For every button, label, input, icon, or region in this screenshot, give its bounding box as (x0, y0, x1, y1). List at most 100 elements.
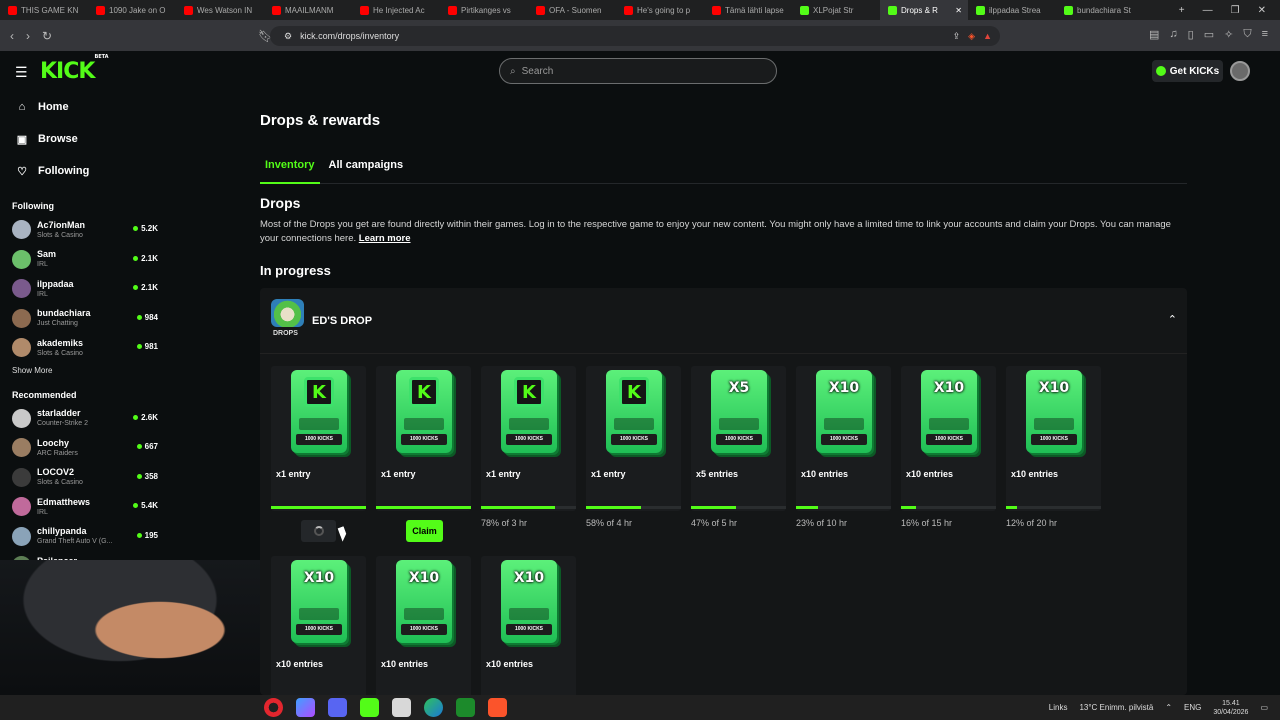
channel-item[interactable]: LOCOV2 Slots & Casino 358 (0, 463, 165, 493)
close-tab-icon[interactable]: ✕ (955, 6, 962, 15)
channel-item[interactable]: akademiks Slots & Casino 981 (0, 333, 165, 363)
get-kicks-button[interactable]: Get KICKs (1152, 60, 1223, 82)
channel-info: LOCOV2 Slots & Casino (37, 467, 83, 487)
browser-tab[interactable]: Pirtikanges vs (440, 0, 528, 20)
campaign-header[interactable]: DROPS ED'S DROP ⌃ (260, 288, 1187, 354)
channel-name: Loochy (37, 437, 70, 448)
clock[interactable]: 15.41 30/04/2026 (1213, 699, 1248, 717)
sidebar-item-following[interactable]: ♡ Following (0, 155, 165, 187)
close-window-icon[interactable]: ✕ (1258, 5, 1266, 16)
sidebar-item-home[interactable]: ⌂ Home (0, 91, 165, 123)
tab-inventory[interactable]: Inventory (260, 157, 320, 184)
tab-favicon-icon (712, 5, 721, 15)
loading-claim-button[interactable] (301, 520, 336, 542)
viewer-count-value: 5.4K (141, 501, 158, 510)
wallet-icon[interactable]: ▭ (1204, 28, 1214, 41)
reward-multiplier: X10 (303, 570, 335, 586)
reward-entries: x10 entries (486, 659, 534, 669)
channel-info: Edmatthews IRL (37, 497, 90, 517)
channel-item[interactable]: Sam IRL 2.1K (0, 245, 165, 275)
browser-tab[interactable]: MAAILMANM (264, 0, 352, 20)
system-tray: Links 13°C Enimm. pilvistä ⌃ ENG 15.41 3… (1049, 695, 1268, 720)
brave-rewards-icon[interactable]: ▲ (983, 31, 992, 41)
channel-info: chillypanda Grand Theft Auto V (G... (37, 526, 112, 546)
media-player-icon[interactable] (456, 698, 475, 717)
shield-app-icon[interactable] (392, 698, 411, 717)
tab-favicon-icon (360, 5, 369, 15)
reward-entries: x10 entries (906, 469, 954, 479)
reward-multiplier: X5 (728, 380, 750, 396)
sidebar-toggle-icon[interactable]: ▯ (1188, 28, 1194, 41)
channel-item[interactable]: Loochy ARC Raiders 667 (0, 433, 165, 463)
sidebar-item-browse[interactable]: ▣ Browse (0, 123, 165, 155)
address-bar[interactable]: ⚙ kick.com/drops/inventory ⇪ ◈ ▲ (270, 26, 1000, 46)
following-heading: Following (12, 201, 54, 211)
edge-icon[interactable] (424, 698, 443, 717)
kicks-reward-image: X10 1000 KICKS (396, 560, 452, 643)
channel-item[interactable]: Ac7ionMan Slots & Casino 5.2K (0, 215, 165, 245)
brave-taskbar-icon[interactable] (488, 698, 507, 717)
extension-icon[interactable]: ▤ (1149, 28, 1159, 41)
reward-stripe (824, 418, 864, 430)
new-tab-icon[interactable]: + (1179, 5, 1185, 16)
learn-more-link[interactable]: Learn more (359, 233, 411, 244)
notifications-icon[interactable]: ▭ (1260, 703, 1268, 712)
browser-tab[interactable]: Drops & R ✕ (880, 0, 968, 20)
reload-icon[interactable]: ↻ (42, 29, 52, 43)
avatar (12, 408, 31, 428)
browser-tab[interactable]: He Injected Ac (352, 0, 440, 20)
kicks-reward-image: X10 1000 KICKS (1026, 370, 1082, 453)
progress-bar-fill (376, 506, 471, 509)
leo-icon[interactable]: ✧ (1224, 28, 1233, 41)
weather-widget[interactable]: 13°C Enimm. pilvistä (1079, 703, 1153, 712)
opera-icon[interactable] (264, 698, 283, 717)
tab-all-campaigns[interactable]: All campaigns (324, 157, 409, 184)
links-toolbar[interactable]: Links (1049, 703, 1068, 712)
reward-multiplier: X10 (933, 380, 965, 396)
language-indicator[interactable]: ENG (1184, 703, 1201, 712)
search-input[interactable]: ⌕ Search (499, 58, 777, 84)
kick-app-icon[interactable] (360, 698, 379, 717)
channel-item[interactable]: ilppadaa IRL 2.1K (0, 274, 165, 304)
channel-item[interactable]: starladder Counter-Strike 2 2.6K (0, 404, 165, 434)
maximize-icon[interactable]: ❐ (1231, 5, 1240, 16)
pinned-app-icon[interactable] (296, 698, 315, 717)
site-info-icon[interactable]: ⚙ (284, 31, 292, 42)
forward-icon[interactable]: › (26, 29, 30, 43)
reward-stripe (299, 608, 339, 620)
browser-tab[interactable]: XLPojat Str (792, 0, 880, 20)
viewer-count-value: 358 (144, 471, 158, 481)
channel-item[interactable]: bundachiara Just Chatting 984 (0, 304, 165, 334)
browser-tab[interactable]: ilppadaa Strea (968, 0, 1056, 20)
minimize-icon[interactable]: — (1203, 5, 1213, 16)
hamburger-menu-icon[interactable]: ☰ (15, 64, 28, 81)
channel-item[interactable]: chillypanda Grand Theft Auto V (G... 195 (0, 522, 165, 552)
browser-tab[interactable]: OFA - Suomen (528, 0, 616, 20)
menu-icon[interactable]: ≡ (1262, 28, 1268, 41)
reward-multiplier: X10 (828, 380, 860, 396)
kick-logo[interactable]: KICKBETA (40, 54, 109, 84)
brave-shield-icon[interactable]: ◈ (968, 31, 975, 42)
vpn-icon[interactable]: ⛉ (1243, 28, 1251, 41)
browser-tab[interactable]: Wes Watson IN (176, 0, 264, 20)
browser-tab[interactable]: bundachiara St (1056, 0, 1144, 20)
chevron-up-icon[interactable]: ⌃ (1168, 313, 1177, 326)
user-avatar[interactable] (1230, 61, 1250, 81)
claim-button[interactable]: Claim (406, 520, 443, 542)
avatar (12, 526, 31, 546)
channel-item[interactable]: Edmatthews IRL 5.4K (0, 492, 165, 522)
channel-category: Slots & Casino (37, 479, 83, 487)
reward-card-body: X10 1000 KICKS x10 entries (796, 366, 891, 511)
browser-tab[interactable]: He's going to p (616, 0, 704, 20)
back-icon[interactable]: ‹ (10, 29, 14, 43)
browser-tab[interactable]: THIS GAME KN (0, 0, 88, 20)
sidebar-item-label: Home (38, 101, 69, 113)
browser-tab-label: He Injected Ac (373, 5, 425, 15)
browser-tab[interactable]: 1090 Jake on O (88, 0, 176, 20)
share-icon[interactable]: ⇪ (953, 31, 961, 42)
show-more-link[interactable]: Show More (0, 366, 165, 380)
media-icon[interactable]: ♫ (1169, 28, 1177, 41)
browser-tab[interactable]: Tämä lähti lapse (704, 0, 792, 20)
discord-icon[interactable] (328, 698, 347, 717)
tray-expand-icon[interactable]: ⌃ (1165, 703, 1172, 712)
